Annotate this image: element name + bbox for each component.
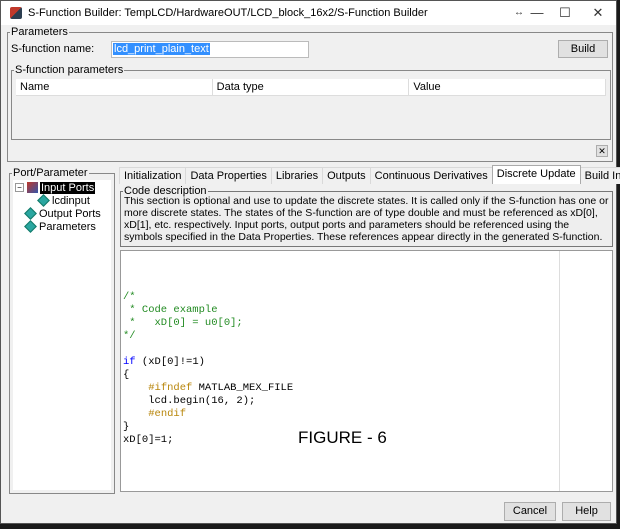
tree-label: Input Ports <box>40 181 96 194</box>
matlab-app-icon <box>10 7 22 19</box>
tree-item-lcdinput[interactable]: lcdinput <box>37 194 90 207</box>
code-line: * xD[0] = u0[0]; <box>123 317 610 330</box>
code-token: } <box>123 421 130 433</box>
right-margin-line <box>559 251 560 491</box>
parameters-label: Parameters <box>10 26 69 38</box>
code-token: (xD[0]!=1) <box>135 356 205 368</box>
close-button[interactable]: ✕ <box>580 1 616 25</box>
tab-build-info[interactable]: Build Info <box>579 167 620 184</box>
code-token: * Code example <box>123 304 218 316</box>
code-token: MATLAB_MEX_FILE <box>192 382 294 394</box>
tree-item-input-ports[interactable]: − Input Ports <box>15 181 96 194</box>
code-token: /* <box>123 291 136 303</box>
sfunction-name-value: lcd_print_plain_text <box>113 43 210 55</box>
tree-label: Output Ports <box>39 207 101 220</box>
window-title: S-Function Builder: TempLCD/HardwareOUT/… <box>28 7 428 19</box>
tab-data-properties[interactable]: Data Properties <box>185 167 272 184</box>
tree-item-output-ports[interactable]: Output Ports <box>24 207 101 220</box>
tab-outputs[interactable]: Outputs <box>322 167 371 184</box>
tab-initialization[interactable]: Initialization <box>119 167 187 184</box>
code-description-label: Code description <box>123 185 208 197</box>
table-header: Name Data type Value <box>16 79 607 96</box>
code-token: #endif <box>148 408 187 420</box>
code-token: xD[0]=1; <box>123 434 174 446</box>
column-value[interactable]: Value <box>409 79 607 95</box>
maximize-button[interactable]: ☐ <box>547 1 583 25</box>
tab-discrete-update[interactable]: Discrete Update <box>491 165 581 184</box>
build-button[interactable]: Build <box>558 40 608 58</box>
code-description-text: This section is optional and use to upda… <box>124 195 609 243</box>
code-token: { <box>123 369 130 381</box>
port-parameter-label: Port/Parameter <box>12 167 89 179</box>
tree-label: lcdinput <box>52 194 90 207</box>
ports-icon <box>27 182 38 193</box>
code-line: */ <box>123 330 610 343</box>
sfunction-parameters-table: S-function parameters Name Data type Val… <box>11 64 611 140</box>
port-icon <box>37 194 50 207</box>
cancel-button[interactable]: Cancel <box>504 502 556 521</box>
parameter-icon <box>24 220 37 233</box>
code-line: #ifndef MATLAB_MEX_FILE <box>123 382 610 395</box>
tree-item-parameters[interactable]: Parameters <box>24 220 96 233</box>
tree-label: Parameters <box>39 220 96 233</box>
sfunction-parameters-label: S-function parameters <box>14 64 125 76</box>
tab-bar: Initialization Data Properties Libraries… <box>119 165 620 186</box>
sfunction-builder-window: S-Function Builder: TempLCD/HardwareOUT/… <box>0 0 620 524</box>
tab-continuous-derivatives[interactable]: Continuous Derivatives <box>369 167 493 184</box>
code-editor[interactable]: /* * Code example * xD[0] = u0[0]; */ if … <box>120 250 613 492</box>
code-line: #endif <box>123 408 610 421</box>
remove-parameter-button[interactable]: ✕ <box>596 145 608 157</box>
column-name[interactable]: Name <box>16 79 213 95</box>
code-token: #ifndef <box>148 382 193 394</box>
port-tree: − Input Ports lcdinput Output Ports Para… <box>13 180 111 490</box>
code-line: lcd.begin(16, 2); <box>123 395 610 408</box>
code-line: * Code example <box>123 304 610 317</box>
sfunction-name-label: S-function name: <box>11 43 95 55</box>
collapse-icon[interactable]: − <box>15 183 24 192</box>
help-button[interactable]: Help <box>562 502 611 521</box>
title-bar: S-Function Builder: TempLCD/HardwareOUT/… <box>1 1 616 25</box>
code-token: if <box>123 356 136 368</box>
figure-caption: FIGURE - 6 <box>298 428 387 447</box>
code-description-box: Code description This section is optiona… <box>120 185 613 247</box>
port-icon <box>24 207 37 220</box>
port-parameter-group: Port/Parameter − Input Ports lcdinput Ou… <box>9 167 115 494</box>
code-token: * xD[0] = u0[0]; <box>123 317 243 329</box>
column-data-type[interactable]: Data type <box>213 79 410 95</box>
tab-libraries[interactable]: Libraries <box>270 167 324 184</box>
code-line: { <box>123 369 610 382</box>
code-token: */ <box>123 330 136 342</box>
code-token: lcd.begin(16, 2); <box>123 395 256 407</box>
code-line: if (xD[0]!=1) <box>123 356 610 369</box>
code-line: /* <box>123 291 610 304</box>
